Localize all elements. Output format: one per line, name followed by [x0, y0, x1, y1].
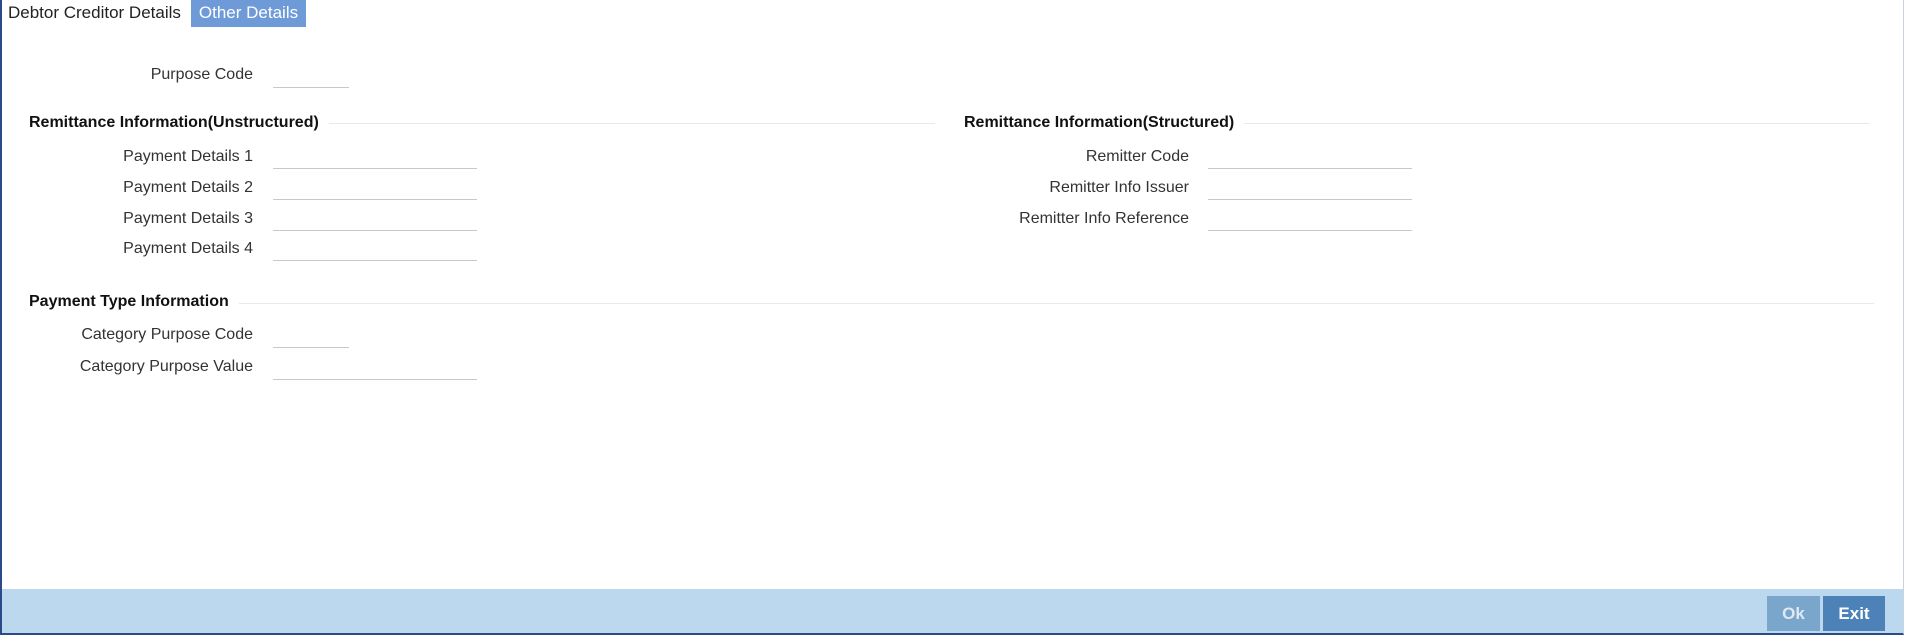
payment-details-4-input[interactable]	[273, 239, 477, 261]
category-purpose-value-label: Category Purpose Value	[79, 358, 253, 375]
remitter-info-issuer-label: Remitter Info Issuer	[1049, 179, 1189, 196]
ok-button[interactable]: Ok	[1767, 596, 1820, 631]
payment-details-3-label: Payment Details 3	[123, 210, 253, 227]
remittance-structured-title: Remittance Information(Structured)	[964, 114, 1245, 132]
payment-details-4-label: Payment Details 4	[123, 240, 253, 257]
remitter-info-issuer-input[interactable]	[1208, 178, 1412, 200]
payment-details-2-label: Payment Details 2	[123, 179, 253, 196]
payment-details-1-input[interactable]	[273, 147, 477, 169]
remittance-unstructured-title: Remittance Information(Unstructured)	[29, 114, 329, 132]
payment-details-1-label: Payment Details 1	[123, 148, 253, 165]
payment-details-2-input[interactable]	[273, 178, 477, 200]
remitter-info-reference-input[interactable]	[1208, 209, 1412, 231]
exit-button[interactable]: Exit	[1823, 596, 1885, 631]
category-purpose-code-input[interactable]	[273, 326, 349, 348]
tab-bar: Debtor Creditor Details Other Details	[4, 0, 307, 27]
tab-debtor-creditor-details[interactable]: Debtor Creditor Details	[4, 0, 187, 27]
payment-type-title: Payment Type Information	[29, 293, 239, 311]
remitter-code-input[interactable]	[1208, 147, 1412, 169]
purpose-code-input[interactable]	[273, 66, 349, 88]
category-purpose-value-input[interactable]	[273, 358, 477, 380]
purpose-code-label: Purpose Code	[150, 66, 253, 83]
remitter-code-label: Remitter Code	[1085, 148, 1189, 165]
footer-bar	[2, 589, 1903, 633]
category-purpose-code-label: Category Purpose Code	[81, 326, 253, 343]
remitter-info-reference-label: Remitter Info Reference	[1019, 210, 1189, 227]
dialog-window: Debtor Creditor Details Other Details Pu…	[0, 0, 1904, 635]
payment-details-3-input[interactable]	[273, 209, 477, 231]
section-divider	[29, 303, 1874, 304]
tab-other-details[interactable]: Other Details	[190, 0, 307, 27]
